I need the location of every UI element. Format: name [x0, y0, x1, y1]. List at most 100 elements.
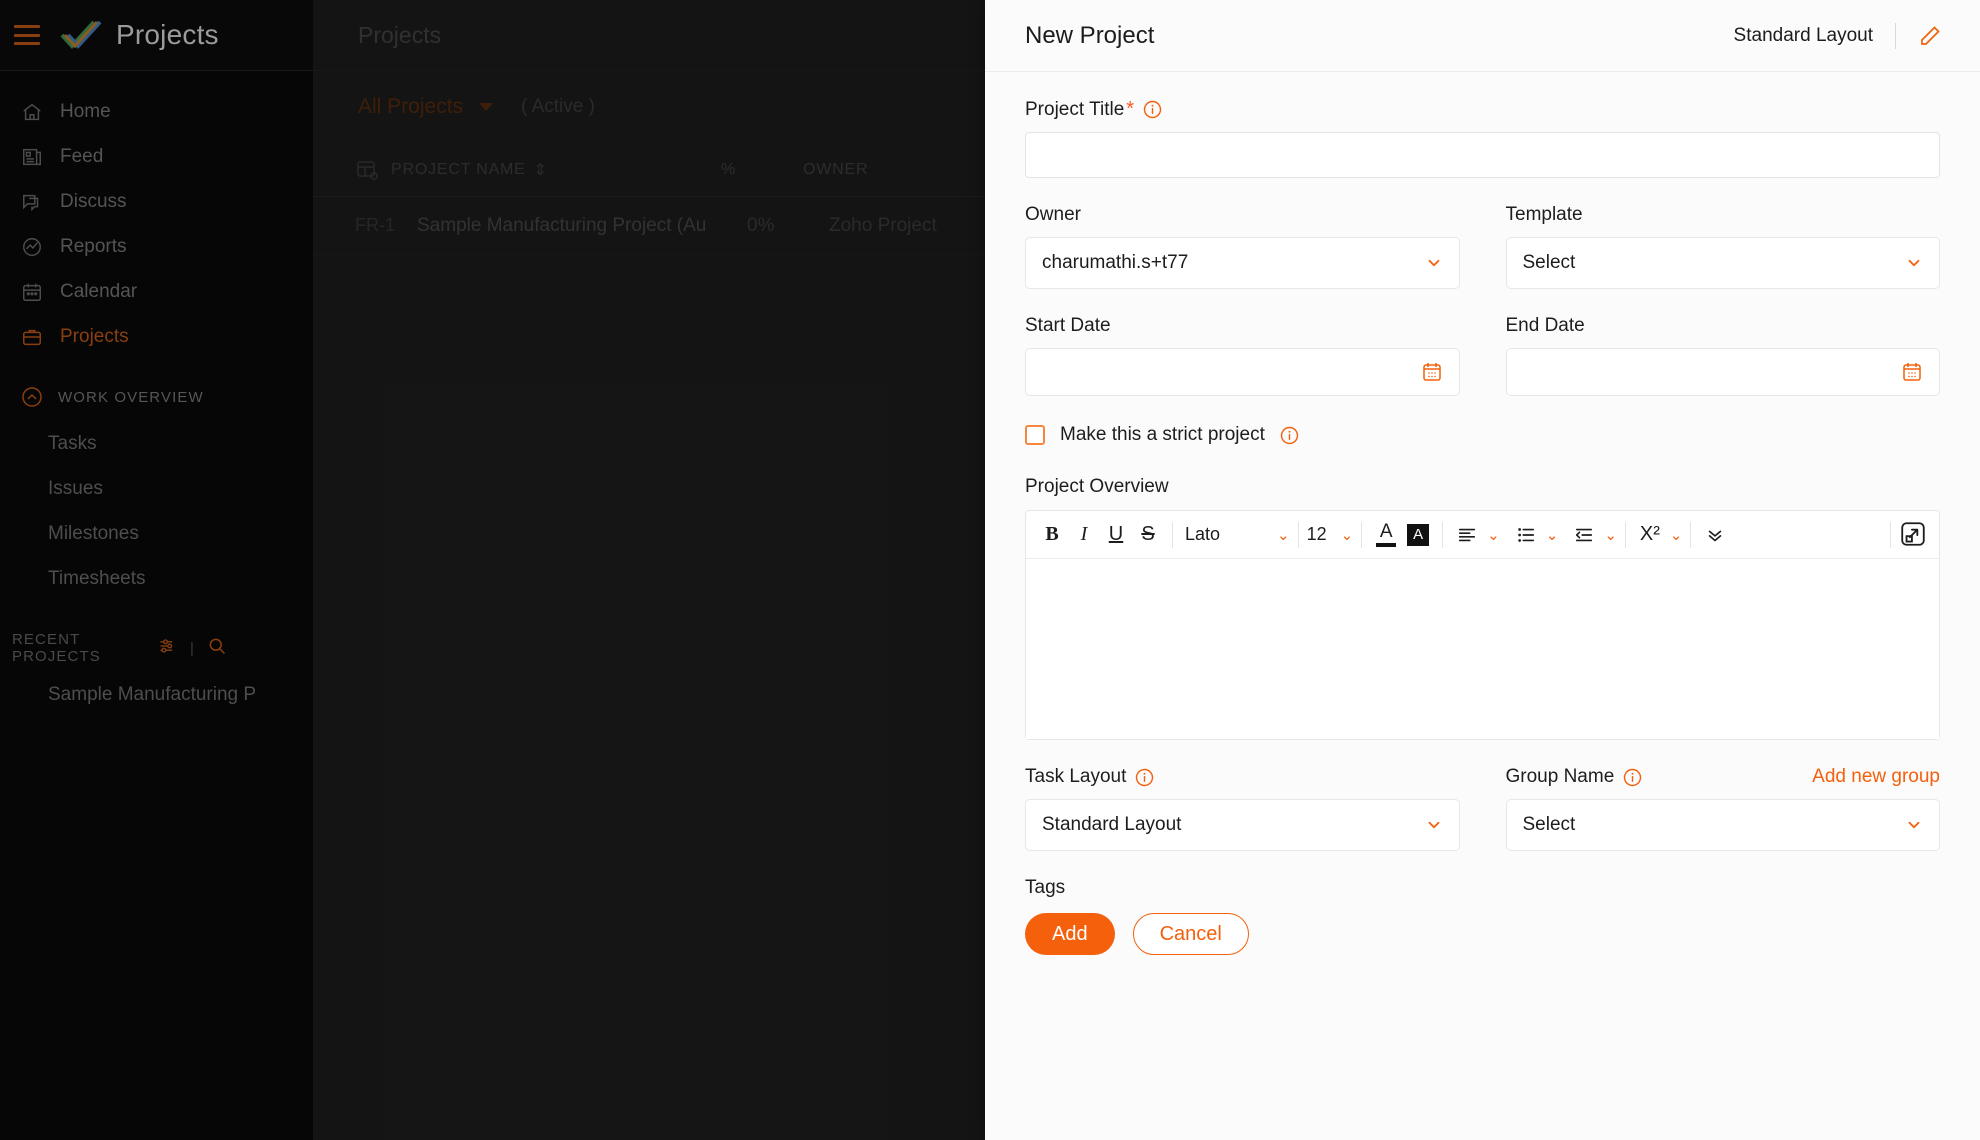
panel-header-divider [1895, 22, 1896, 49]
chevron-down-icon[interactable]: ⌄ [1487, 526, 1500, 544]
column-settings-icon[interactable] [355, 158, 379, 182]
sidebar-item-label: Issues [48, 477, 103, 499]
group-name-label: Group Name [1506, 766, 1643, 788]
text-color-swatch [1376, 543, 1397, 547]
project-overview-textarea[interactable] [1026, 559, 1939, 739]
label-text: Start Date [1025, 315, 1111, 336]
sidebar-item-discuss[interactable]: Discuss [0, 179, 313, 224]
toolbar-divider [1297, 521, 1299, 548]
end-date-label: End Date [1506, 315, 1941, 337]
italic-button[interactable]: I [1068, 518, 1100, 552]
superscript-button[interactable]: X² [1634, 518, 1666, 552]
calendar-icon[interactable] [1901, 361, 1923, 383]
start-date-label: Start Date [1025, 315, 1460, 337]
hamburger-menu-icon[interactable] [14, 25, 40, 45]
underline-button[interactable]: U [1100, 518, 1132, 552]
chevron-down-icon[interactable]: ⌄ [1546, 526, 1559, 544]
bullet-list-icon[interactable] [1510, 518, 1542, 552]
column-header-project-name[interactable]: PROJECT NAME ⇕ [391, 160, 721, 180]
all-projects-filter[interactable]: All Projects [358, 95, 463, 119]
filter-icon[interactable] [158, 636, 178, 660]
home-icon [20, 100, 44, 124]
chevron-down-icon[interactable] [1905, 816, 1923, 834]
panel-body: Project Title * Owner charumathi.s+t77 T… [985, 72, 1980, 1140]
sidebar-item-timesheets[interactable]: Timesheets [0, 556, 313, 601]
chevron-down-icon[interactable] [1425, 816, 1443, 834]
sort-icon[interactable]: ⇕ [534, 160, 547, 180]
expand-icon[interactable] [1899, 520, 1929, 550]
app-root: Projects Home Feed Discuss Reports Calen… [0, 0, 1980, 1140]
strikethrough-button[interactable]: S [1132, 518, 1164, 552]
font-family-select[interactable]: Lato ⌄ [1181, 524, 1290, 545]
sidebar-item-label: Sample Manufacturing P [48, 684, 257, 705]
new-project-panel: New Project Standard Layout Project Titl… [985, 0, 1980, 1140]
chevron-down-icon[interactable]: ⌄ [1277, 526, 1290, 544]
zoho-projects-logo-icon [56, 17, 104, 53]
sidebar-section-work-overview[interactable]: WORK OVERVIEW [0, 373, 313, 421]
owner-label: Owner [1025, 204, 1460, 226]
toolbar-divider [1624, 521, 1626, 548]
chevron-down-icon[interactable] [479, 103, 494, 111]
sidebar-item-label: Feed [60, 145, 104, 167]
row-project-key: FR-1 [355, 215, 395, 235]
projects-icon [20, 325, 44, 349]
owner-value: charumathi.s+t77 [1042, 252, 1189, 273]
required-asterisk: * [1126, 98, 1135, 120]
sidebar-item-label: Reports [60, 235, 127, 257]
project-overview-label: Project Overview [1025, 476, 1940, 498]
bold-button[interactable]: B [1036, 518, 1068, 552]
group-name-select[interactable]: Select [1505, 799, 1940, 851]
sidebar-item-tasks[interactable]: Tasks [0, 421, 313, 466]
template-select[interactable]: Select [1505, 237, 1940, 289]
search-icon[interactable] [207, 636, 227, 660]
calendar-icon[interactable] [1421, 361, 1443, 383]
sidebar-item-label: Home [60, 100, 111, 122]
sidebar-item-feed[interactable]: Feed [0, 134, 313, 179]
chevron-double-down-icon[interactable] [1699, 518, 1731, 552]
sidebar-header: Projects [0, 0, 313, 71]
sidebar-recent-project-item[interactable]: Sample Manufacturing P [0, 673, 313, 717]
info-icon[interactable] [1280, 426, 1299, 445]
font-size-select[interactable]: 12 ⌄ [1307, 524, 1354, 545]
sidebar-item-reports[interactable]: Reports [0, 224, 313, 269]
chevron-down-icon[interactable] [1425, 254, 1443, 272]
row-project-name[interactable]: Sample Manufacturing Project (Au [417, 215, 747, 237]
project-title-input[interactable] [1025, 132, 1940, 178]
sidebar-section-label: RECENT PROJECTS [12, 631, 101, 665]
sidebar-item-calendar[interactable]: Calendar [0, 269, 313, 314]
info-icon[interactable] [1623, 768, 1642, 787]
cancel-button[interactable]: Cancel [1132, 913, 1249, 955]
text-color-button[interactable]: A [1370, 518, 1402, 552]
task-layout-select[interactable]: Standard Layout [1025, 799, 1460, 851]
strict-project-checkbox[interactable] [1025, 425, 1045, 445]
info-icon[interactable] [1143, 100, 1162, 119]
chevron-down-icon[interactable]: ⌄ [1604, 526, 1617, 544]
pencil-icon[interactable] [1918, 24, 1942, 48]
chevron-down-icon[interactable] [1905, 254, 1923, 272]
chevron-down-icon[interactable]: ⌄ [1670, 526, 1683, 544]
page-title: Projects [358, 21, 442, 48]
chevron-down-icon[interactable]: ⌄ [1341, 526, 1354, 544]
sidebar-section-label: WORK OVERVIEW [58, 388, 204, 406]
start-date-field[interactable] [1025, 348, 1460, 396]
sidebar-tools-divider: | [190, 639, 195, 657]
label-text: Template [1505, 204, 1583, 225]
sidebar-item-label: Timesheets [48, 567, 146, 589]
info-icon[interactable] [1135, 768, 1154, 787]
sidebar-item-home[interactable]: Home [0, 89, 313, 134]
strict-project-row[interactable]: Make this a strict project [1025, 424, 1940, 446]
owner-select[interactable]: charumathi.s+t77 [1025, 237, 1460, 289]
sidebar-item-milestones[interactable]: Milestones [0, 511, 313, 556]
align-left-icon[interactable] [1451, 518, 1483, 552]
end-date-field[interactable] [1505, 348, 1940, 396]
font-family-value: Lato [1185, 524, 1221, 544]
indent-icon[interactable] [1568, 518, 1600, 552]
add-new-group-link[interactable]: Add new group [1812, 766, 1940, 788]
add-button[interactable]: Add [1025, 913, 1115, 955]
highlight-color-button[interactable]: A [1402, 518, 1434, 552]
text-color-letter: A [1379, 521, 1393, 542]
label-text: Project Overview [1025, 476, 1169, 497]
sidebar-nav: Home Feed Discuss Reports Calendar Proje… [0, 71, 313, 359]
sidebar-item-issues[interactable]: Issues [0, 466, 313, 511]
sidebar-item-projects[interactable]: Projects [0, 314, 313, 359]
